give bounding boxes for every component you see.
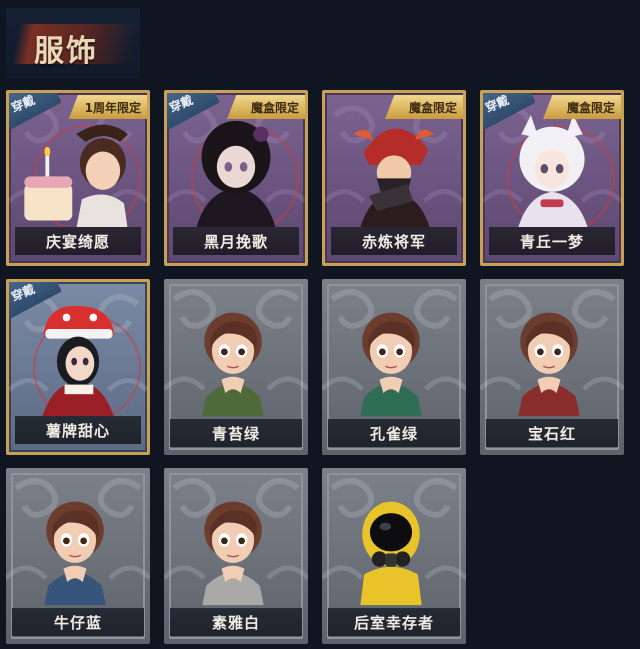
page-title: 服饰 bbox=[34, 34, 98, 69]
costume-name: 后室幸存者 bbox=[353, 613, 434, 632]
costume-name: 牛仔蓝 bbox=[53, 613, 102, 632]
costume-name: 素雅白 bbox=[211, 613, 260, 632]
costume-card[interactable]: 素雅白 bbox=[164, 468, 308, 644]
costume-name-bar: 青苔绿 bbox=[170, 419, 302, 447]
costume-card[interactable]: 穿戴 1周年限定庆宴绮愿 bbox=[6, 90, 150, 266]
costume-name-bar: 后室幸存者 bbox=[328, 608, 460, 636]
costume-name: 宝石红 bbox=[527, 424, 576, 443]
costume-name-bar: 牛仔蓝 bbox=[12, 608, 144, 636]
costume-card[interactable]: 穿戴 魔盒限定青丘一梦 bbox=[480, 90, 624, 266]
limited-edition-badge: 魔盒限定 bbox=[227, 95, 305, 119]
costume-name: 黑月挽歌 bbox=[203, 232, 268, 251]
costume-name-bar: 黑月挽歌 bbox=[173, 227, 299, 255]
equipped-badge: 穿戴 bbox=[483, 93, 535, 133]
costume-card[interactable]: 青苔绿 bbox=[164, 279, 308, 455]
costume-card[interactable]: 宝石红 bbox=[480, 279, 624, 455]
costume-name: 薯牌甜心 bbox=[45, 421, 110, 440]
costume-name-bar: 庆宴绮愿 bbox=[15, 227, 141, 255]
costume-card[interactable]: 穿戴薯牌甜心 bbox=[6, 279, 150, 455]
costume-card[interactable]: 后室幸存者 bbox=[322, 468, 466, 644]
costume-name-bar: 素雅白 bbox=[170, 608, 302, 636]
costume-name: 青苔绿 bbox=[211, 424, 260, 443]
equipped-badge: 穿戴 bbox=[167, 93, 219, 133]
costume-name-bar: 赤炼将军 bbox=[331, 227, 457, 255]
equipped-badge: 穿戴 bbox=[9, 282, 61, 322]
equipped-badge: 穿戴 bbox=[9, 93, 61, 133]
limited-edition-badge: 魔盒限定 bbox=[385, 95, 463, 119]
costume-name: 青丘一梦 bbox=[519, 232, 584, 251]
limited-edition-badge: 魔盒限定 bbox=[543, 95, 621, 119]
costume-name: 孔雀绿 bbox=[369, 424, 418, 443]
costume-name-bar: 薯牌甜心 bbox=[15, 416, 141, 444]
costume-card[interactable]: 魔盒限定赤炼将军 bbox=[322, 90, 466, 266]
costume-name: 赤炼将军 bbox=[361, 232, 426, 251]
costume-name-bar: 青丘一梦 bbox=[489, 227, 615, 255]
costume-name-bar: 孔雀绿 bbox=[328, 419, 460, 447]
costume-name: 庆宴绮愿 bbox=[45, 232, 110, 251]
limited-edition-badge: 1周年限定 bbox=[68, 95, 147, 119]
costume-card[interactable]: 穿戴 魔盒限定黑月挽歌 bbox=[164, 90, 308, 266]
section-header: 服饰 bbox=[6, 8, 140, 78]
costume-card[interactable]: 孔雀绿 bbox=[322, 279, 466, 455]
costume-name-bar: 宝石红 bbox=[486, 419, 618, 447]
costume-card[interactable]: 牛仔蓝 bbox=[6, 468, 150, 644]
